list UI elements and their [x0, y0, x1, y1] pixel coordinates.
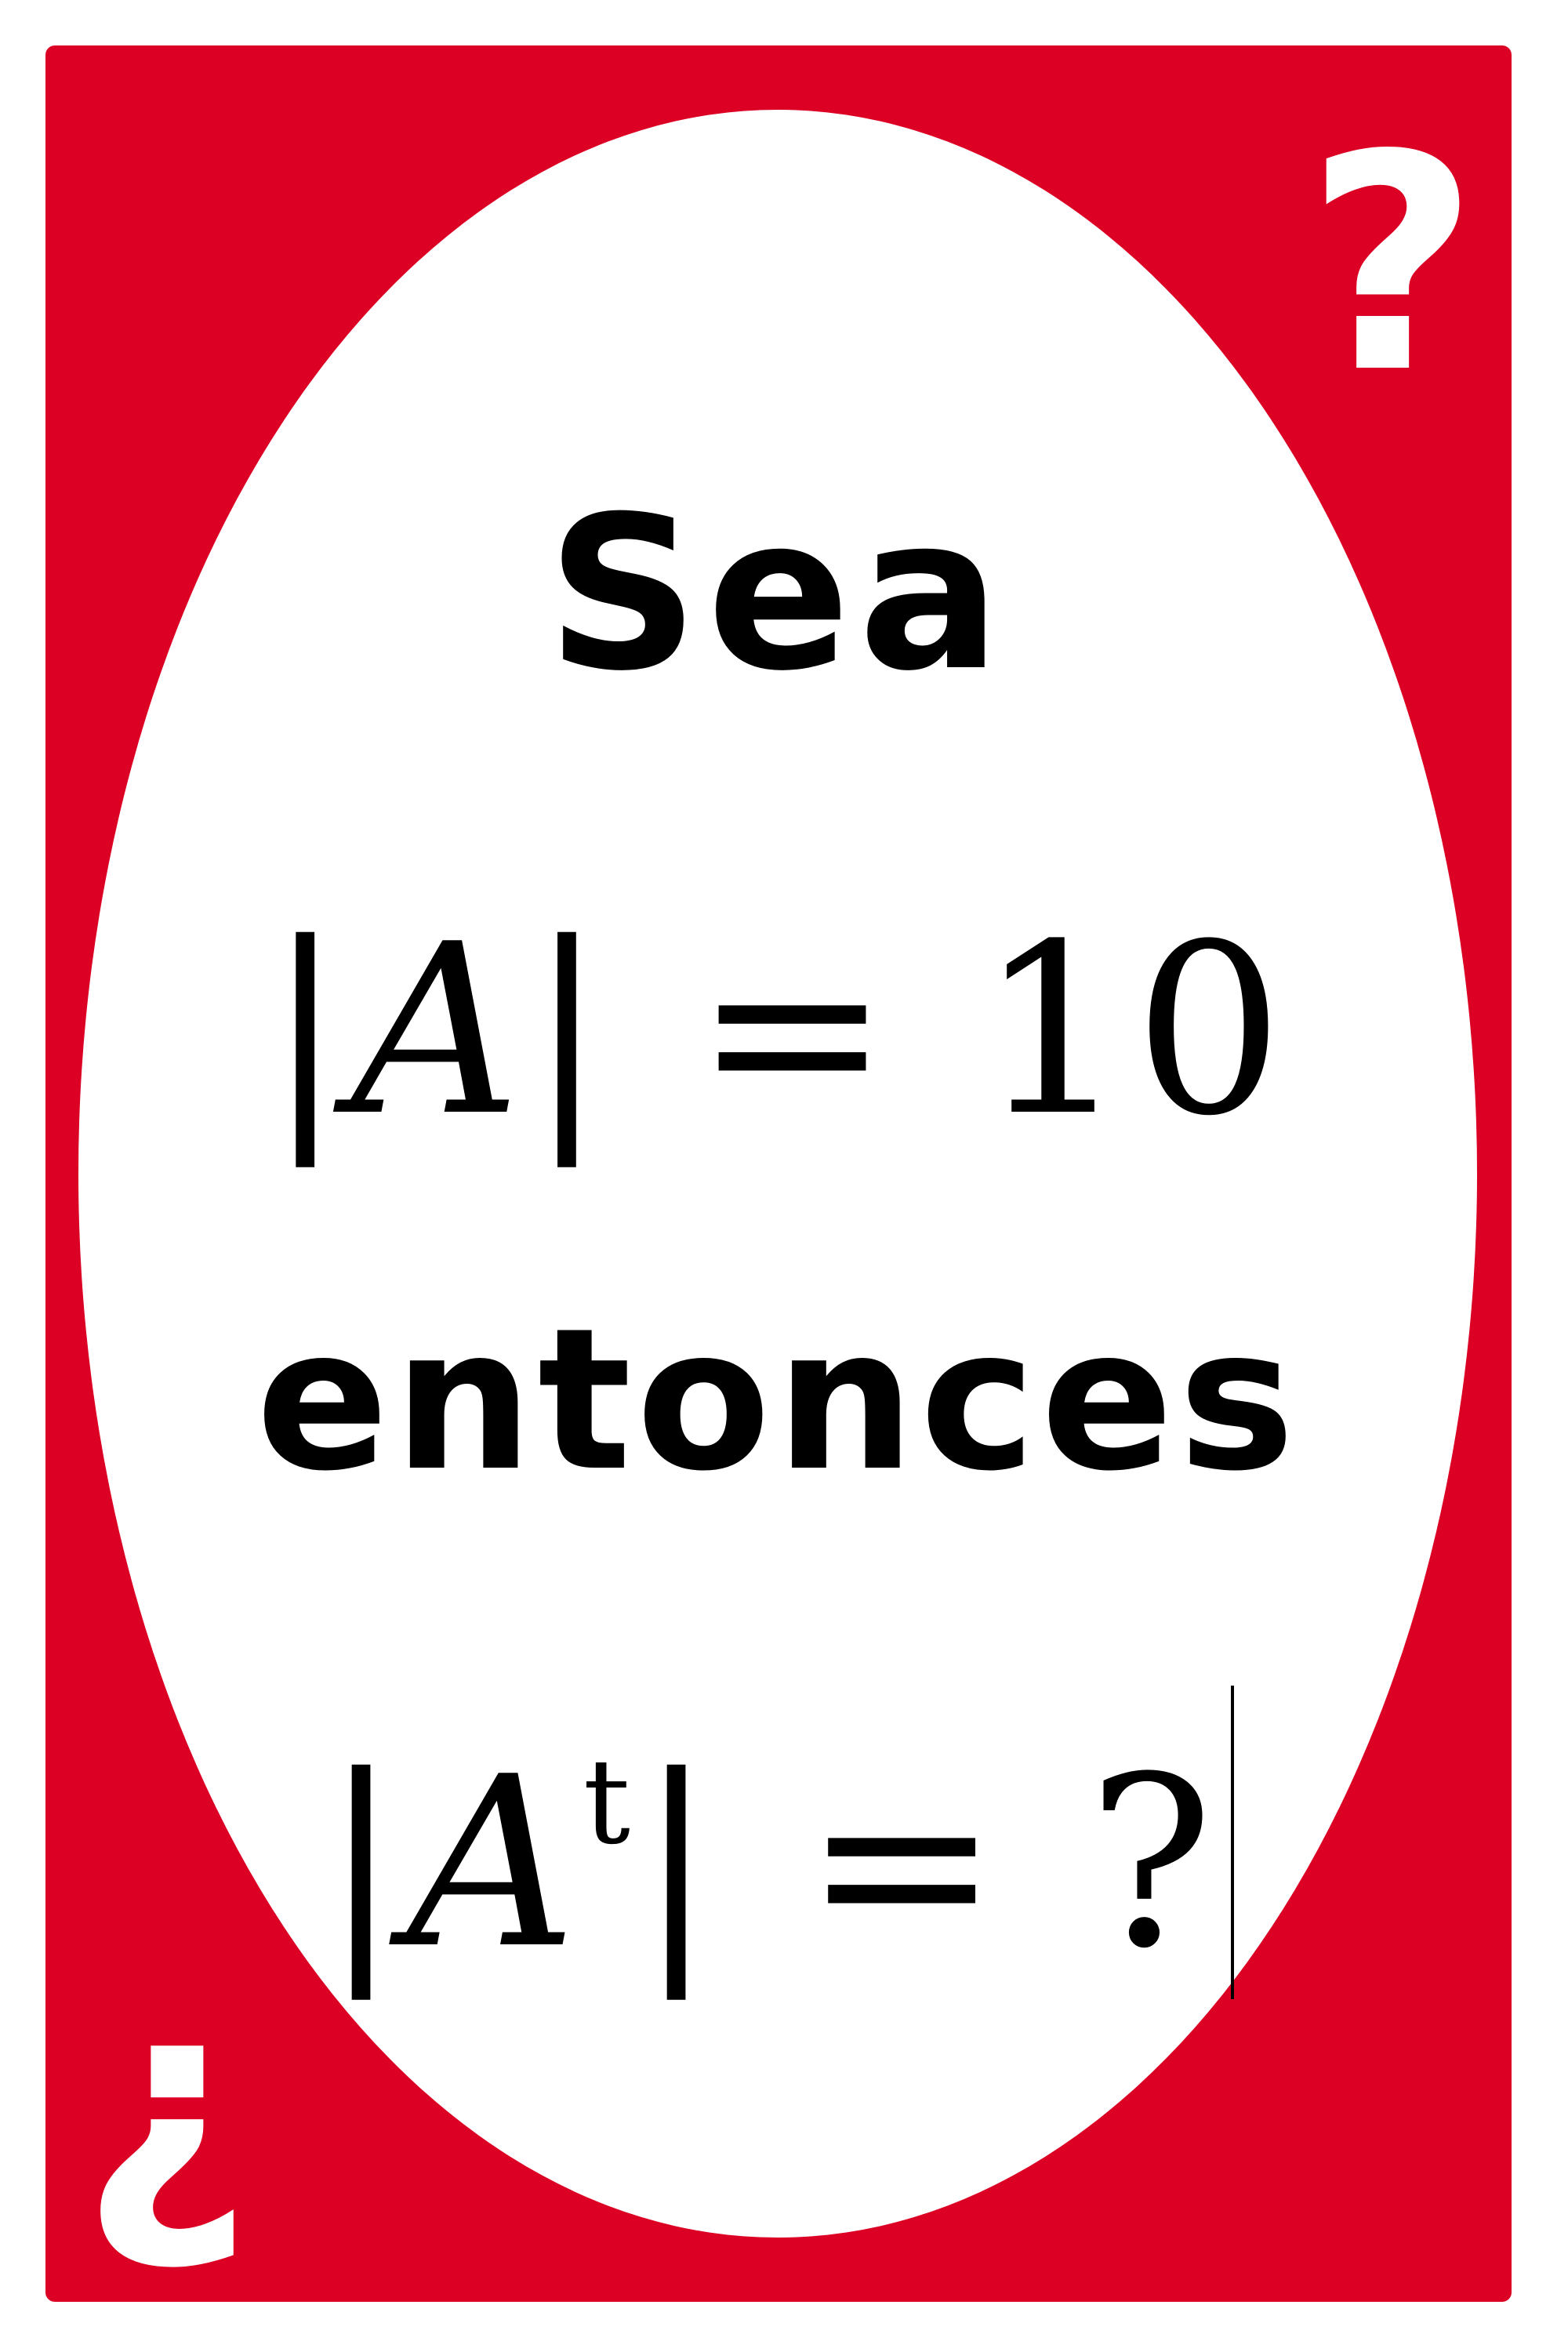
- given-equation: |A| = 10: [78, 894, 1477, 1167]
- inverted-question-mark-icon: ¿: [80, 1932, 253, 2279]
- abs-bar-right: |: [637, 1726, 723, 2000]
- question-card: Sea |A| = 10 entonces |At| = ? ? ¿: [45, 45, 1512, 2302]
- matrix-variable: A: [407, 1726, 583, 2000]
- abs-bar-left: |: [265, 894, 351, 1167]
- matrix-variable: A: [350, 894, 528, 1167]
- question-mark-icon: ?: [1305, 91, 1479, 438]
- abs-bar-left: |: [321, 1726, 408, 2000]
- equation-rhs: = ?: [722, 1726, 1221, 2000]
- equation-rhs: = 10: [612, 894, 1290, 1167]
- abs-bar-right: |: [527, 894, 613, 1167]
- word-sea: Sea: [546, 470, 1009, 717]
- text-cursor: [1231, 1686, 1235, 1999]
- transpose-superscript: t: [583, 1734, 637, 1871]
- word-entonces: entonces: [256, 1286, 1300, 1514]
- question-equation: |At| = ?: [78, 1686, 1477, 2000]
- card-oval: Sea |A| = 10 entonces |At| = ?: [78, 110, 1477, 2238]
